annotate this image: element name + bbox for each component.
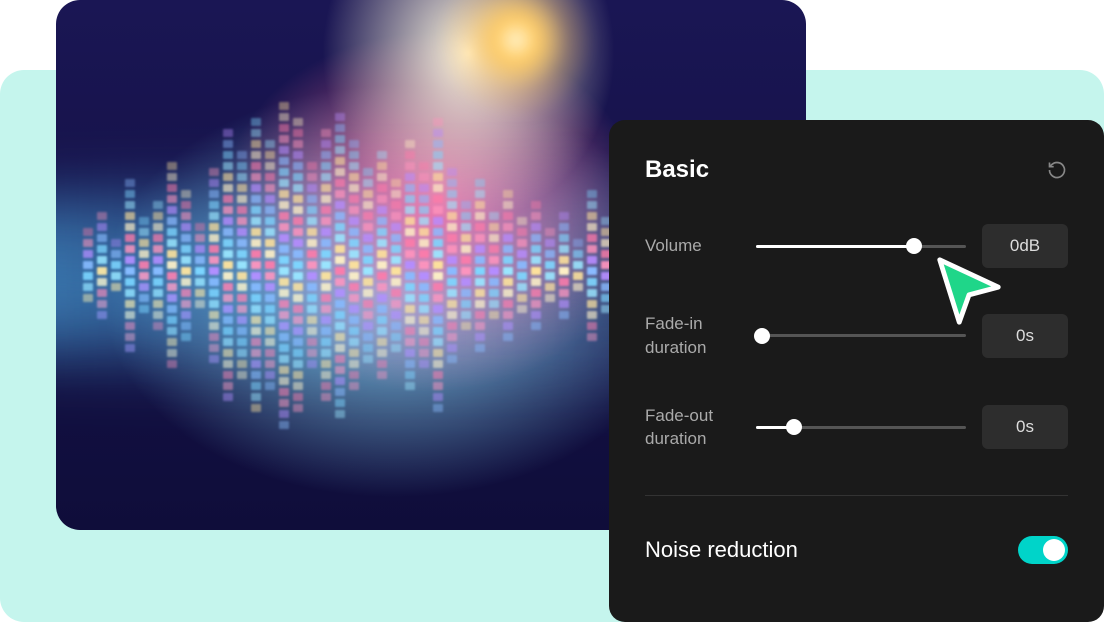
divider (645, 495, 1068, 496)
fade-out-value[interactable]: 0s (982, 405, 1068, 449)
fade-out-label: Fade-out duration (645, 404, 740, 452)
volume-value[interactable]: 0dB (982, 224, 1068, 268)
volume-label: Volume (645, 234, 740, 258)
reset-icon[interactable] (1046, 159, 1068, 181)
fade-in-value[interactable]: 0s (982, 314, 1068, 358)
fade-in-control: Fade-in duration 0s (645, 312, 1068, 360)
noise-reduction-toggle[interactable] (1018, 536, 1068, 564)
toggle-knob (1043, 539, 1065, 561)
noise-reduction-label: Noise reduction (645, 528, 798, 572)
panel-header: Basic (645, 156, 1068, 184)
noise-reduction-control: Noise reduction (645, 528, 1068, 572)
volume-slider-thumb[interactable] (906, 238, 922, 254)
fade-out-control: Fade-out duration 0s (645, 404, 1068, 452)
audio-settings-panel: Basic Volume 0dB Fade-in duration 0s Fad… (609, 120, 1104, 622)
fade-in-slider[interactable] (756, 334, 966, 337)
volume-slider[interactable] (756, 245, 966, 248)
panel-title: Basic (645, 156, 709, 184)
fade-out-slider[interactable] (756, 426, 966, 429)
fade-in-label: Fade-in duration (645, 312, 740, 360)
volume-control: Volume 0dB (645, 224, 1068, 268)
fade-out-slider-thumb[interactable] (786, 419, 802, 435)
fade-in-slider-thumb[interactable] (754, 328, 770, 344)
